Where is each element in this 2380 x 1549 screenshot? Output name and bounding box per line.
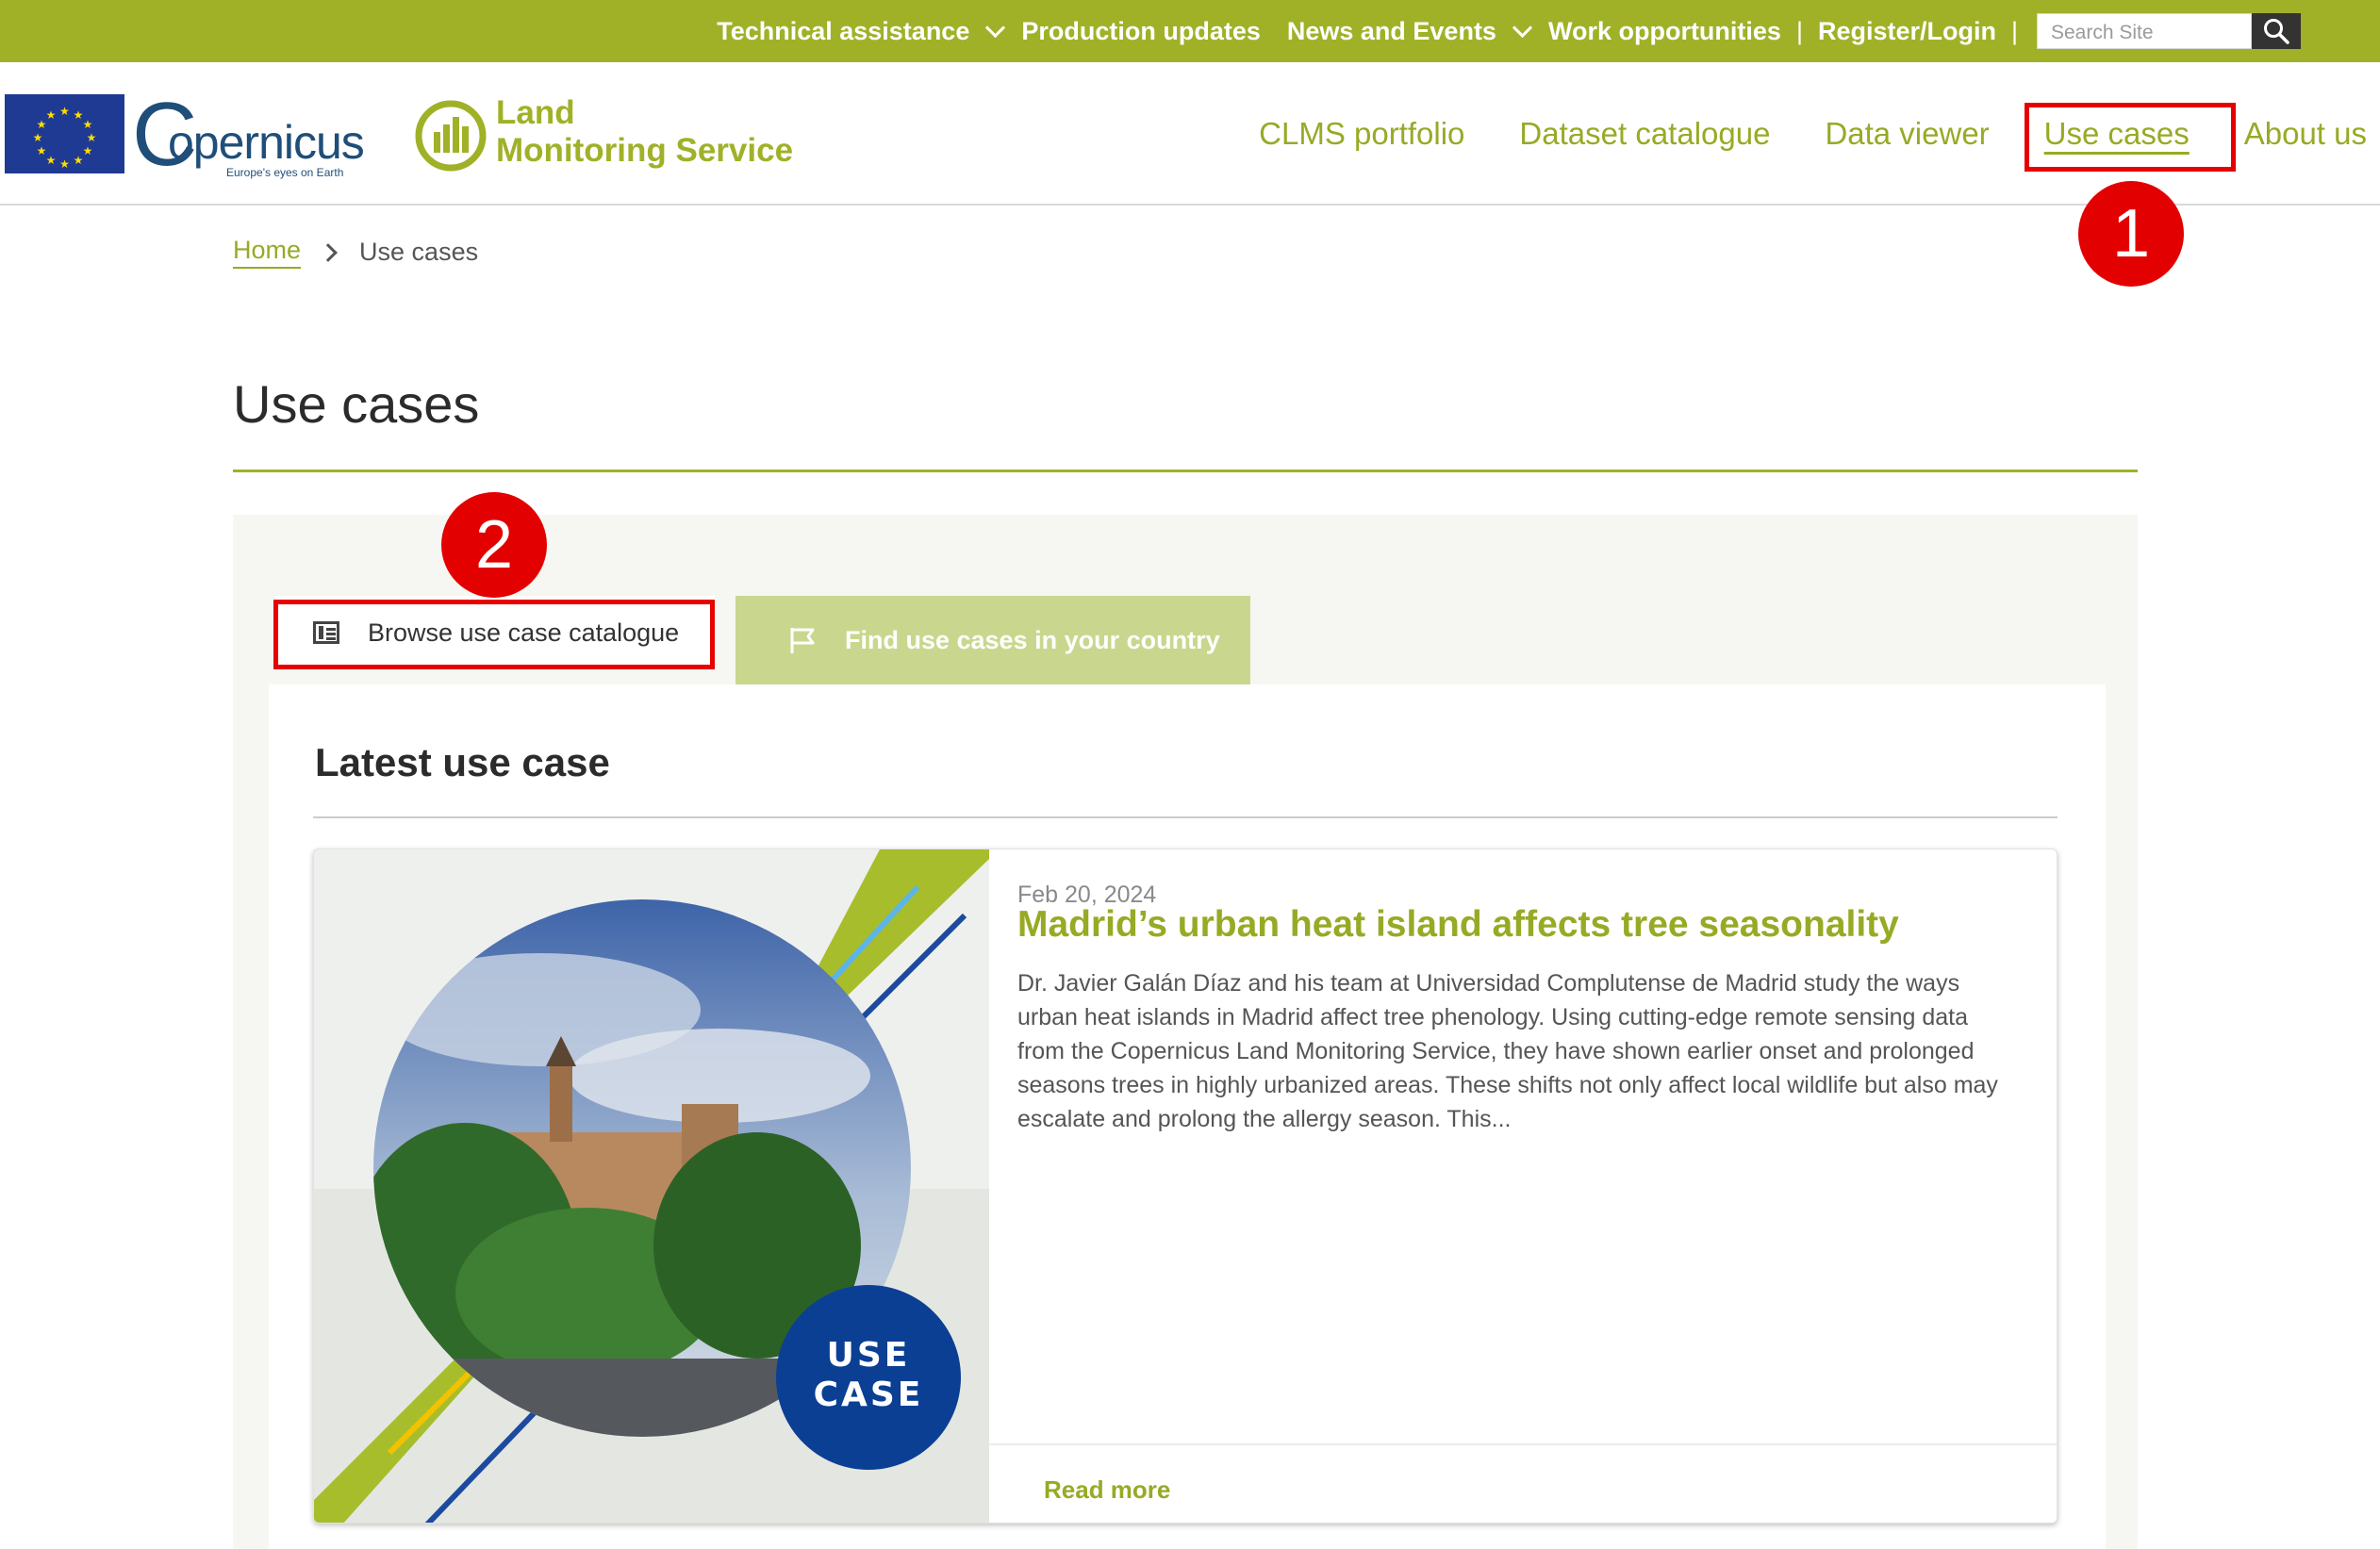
breadcrumb: Home Use cases [233,236,478,269]
use-case-title[interactable]: Madrid’s urban heat island affects tree … [1017,904,1899,946]
flag-icon [790,628,815,653]
svg-text:★: ★ [37,144,47,157]
badge-line-1: USE [827,1336,911,1375]
separator: | [2010,16,2018,45]
news-events-menu[interactable]: News and Events [1287,17,1548,46]
search-input[interactable]: Search Site [2037,13,2252,49]
card-footer-divider [989,1443,2057,1445]
svg-text:★: ★ [33,131,43,144]
page-title: Use cases [233,374,480,434]
chevron-down-icon [985,17,1006,38]
breadcrumb-home[interactable]: Home [233,236,302,269]
tab-find-label: Find use cases in your country [845,625,1220,654]
site-header: ★ ★ ★ ★ ★ ★ ★ ★ ★ ★ ★ ★ C opernicus Europe's eye… [0,62,2380,206]
nav-clms-portfolio[interactable]: CLMS portfolio [1259,116,1464,152]
copernicus-logo[interactable]: C opernicus Europe's eyes on Earth [132,90,368,180]
badge-line-2: CASE [814,1376,924,1414]
technical-assistance-label: Technical assistance [717,16,970,45]
search-button[interactable] [2252,13,2301,49]
use-case-image[interactable]: USE CASE [314,849,989,1523]
nav-data-viewer[interactable]: Data viewer [1825,116,1989,152]
annotation-box-browse [273,600,715,669]
top-utility-bar: Technical assistance Production updates … [0,0,2380,62]
work-opportunities-link[interactable]: Work opportunities [1548,17,1781,46]
madrid-photo-illustration: USE CASE [314,849,989,1523]
tab-find-by-country[interactable]: Find use cases in your country [735,596,1250,684]
read-more-link[interactable]: Read more [1044,1475,1170,1505]
title-divider [233,470,2138,472]
copernicus-tagline: Europe's eyes on Earth [226,166,344,179]
clms-logo[interactable]: Land Monitoring Service [413,91,794,175]
use-case-text: Feb 20, 2024 Madrid’s urban heat island … [989,849,2057,1523]
svg-text:★: ★ [59,105,70,118]
latest-use-case-heading: Latest use case [315,740,610,784]
chevron-down-icon [1512,17,1533,38]
production-updates-link[interactable]: Production updates [1021,17,1261,46]
breadcrumb-current: Use cases [359,238,479,266]
annotation-marker-2: 2 [441,492,547,598]
nav-dataset-catalogue[interactable]: Dataset catalogue [1519,116,1770,152]
svg-text:★: ★ [83,144,93,157]
use-case-card: USE CASE Feb 20, 2024 Madrid’s urban hea… [313,849,2058,1524]
svg-text:★: ★ [74,154,84,167]
copernicus-logo-text: opernicus [168,116,365,169]
technical-assistance-menu[interactable]: Technical assistance [717,17,1021,46]
svg-text:★: ★ [46,108,57,122]
eu-flag-logo[interactable]: ★ ★ ★ ★ ★ ★ ★ ★ ★ ★ ★ ★ [5,94,124,173]
clms-logo-line2: Monitoring Service [496,132,794,169]
svg-text:★: ★ [46,154,57,167]
clms-emblem-icon [415,100,487,172]
latest-divider [313,816,2058,818]
eu-stars-icon: ★ ★★ ★★★ ★★★ ★★★ [33,105,97,171]
register-login-link[interactable]: Register/Login [1818,17,1996,46]
use-case-summary: Dr. Javier Galán Díaz and his team at Un… [1017,970,1998,1132]
separator: | [1795,16,1803,45]
svg-text:★: ★ [59,157,70,171]
annotation-marker-1: 1 [2078,181,2184,287]
svg-text:★: ★ [83,118,93,131]
annotation-box-use-cases [2025,103,2236,172]
svg-text:★: ★ [87,131,97,144]
search-icon [2264,19,2289,44]
chevron-right-icon [319,242,338,262]
news-events-label: News and Events [1286,16,1496,45]
clms-logo-line1: Land [496,94,575,131]
nav-about-us[interactable]: About us [2244,116,2367,152]
utility-nav: Technical assistance Production updates … [717,0,2301,62]
